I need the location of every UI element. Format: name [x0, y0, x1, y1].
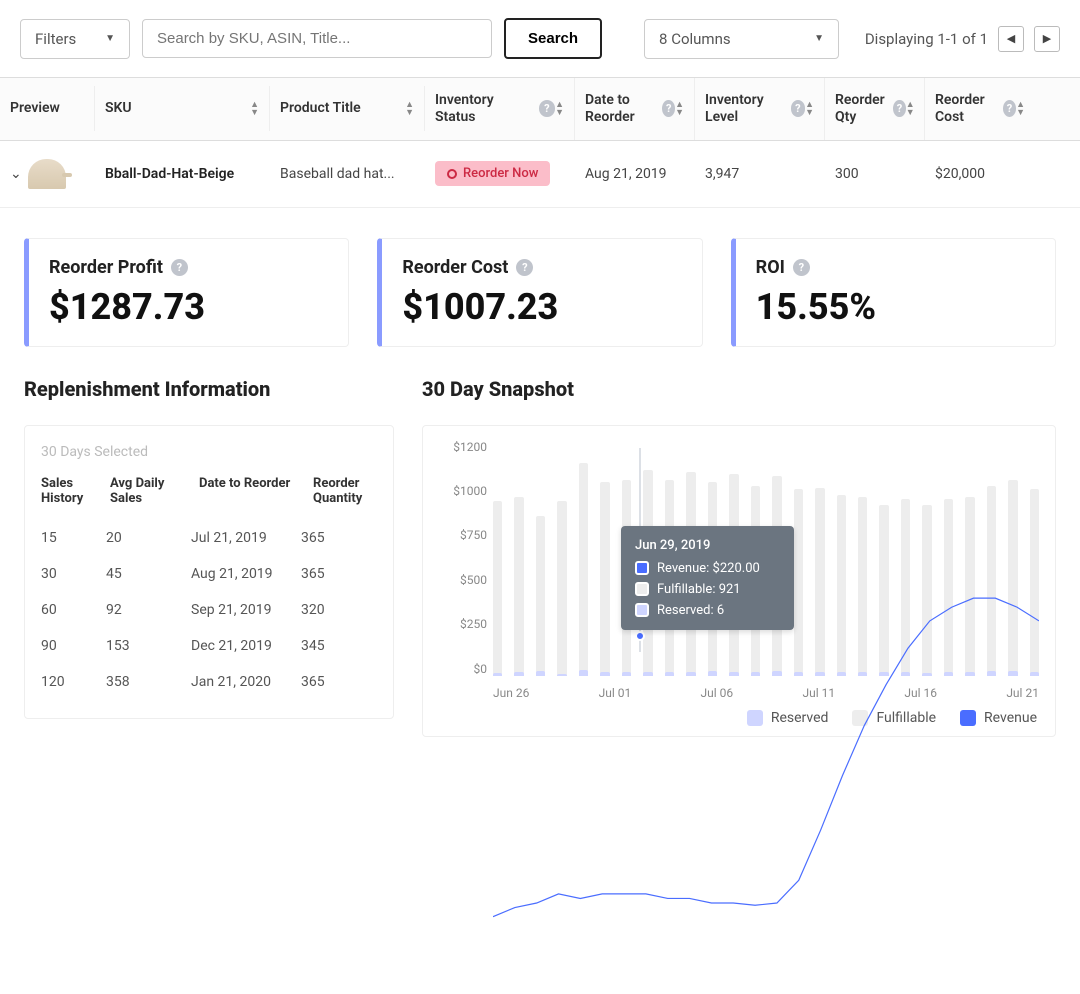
help-icon[interactable]: ? [893, 100, 905, 117]
sort-icon: ▲▼ [906, 101, 915, 117]
th-inventory-level[interactable]: Inventory Level?▲▼ [695, 78, 825, 140]
replenishment-panel: Replenishment Information 30 Days Select… [24, 377, 394, 737]
sort-icon: ▲▼ [1016, 101, 1025, 117]
metric-value: $1287.73 [49, 286, 328, 328]
pager-next-button[interactable]: ▶ [1034, 26, 1060, 52]
sort-icon: ▲▼ [805, 101, 814, 117]
cell-preview: ⌄ [0, 153, 95, 195]
days-selected-label: 30 Days Selected [41, 444, 377, 460]
columns-label: 8 Columns [659, 30, 731, 48]
replenishment-row: 3045Aug 21, 2019365 [41, 556, 377, 592]
help-icon[interactable]: ? [1003, 100, 1016, 117]
th-reorder-cost[interactable]: Reorder Cost?▲▼ [925, 78, 1035, 140]
help-icon[interactable]: ? [171, 259, 188, 276]
replenishment-header: Sales History Avg Daily Sales Date to Re… [41, 476, 377, 506]
reserved-swatch-icon [635, 603, 649, 617]
th-date-to-reorder[interactable]: Date to Reorder?▲▼ [575, 78, 695, 140]
metric-value: 15.55% [756, 286, 1035, 328]
help-icon[interactable]: ? [793, 259, 810, 276]
cell-sku: Bball-Dad-Hat-Beige [95, 160, 270, 188]
table-row[interactable]: ⌄ Bball-Dad-Hat-Beige Baseball dad hat..… [0, 141, 1080, 208]
table-header: Preview SKU▲▼ Product Title▲▼ Inventory … [0, 77, 1080, 141]
caret-down-icon: ▼ [105, 33, 115, 44]
sort-icon: ▲▼ [405, 101, 414, 117]
snapshot-chart: $1200$1000$750$500$250$0 Jun 29, 2019 Re… [422, 425, 1056, 737]
replenishment-row: 120358Jan 21, 2020365 [41, 664, 377, 700]
cell-reorder-qty: 300 [825, 160, 925, 188]
chart-tooltip: Jun 29, 2019 Revenue: $220.00 Fulfillabl… [621, 526, 794, 630]
sort-icon: ▲▼ [675, 101, 684, 117]
help-icon[interactable]: ? [539, 100, 555, 117]
search-button[interactable]: Search [504, 18, 602, 59]
cell-product-title: Baseball dad hat... [270, 160, 425, 188]
metric-value: $1007.23 [402, 286, 681, 328]
x-axis-labels: Jun 26Jul 01Jul 06Jul 11Jul 16Jul 21 [493, 686, 1039, 700]
replenishment-row: 1520Jul 21, 2019365 [41, 520, 377, 556]
replenishment-row: 90153Dec 21, 2019345 [41, 628, 377, 664]
status-dot-icon [447, 169, 457, 179]
search-input[interactable] [142, 19, 492, 58]
help-icon[interactable]: ? [791, 100, 806, 117]
expand-chevron-icon[interactable]: ⌄ [10, 166, 22, 182]
product-thumbnail[interactable] [28, 159, 66, 189]
th-product-title[interactable]: Product Title▲▼ [270, 86, 425, 131]
plot-area: Jun 29, 2019 Revenue: $220.00 Fulfillabl… [493, 448, 1039, 676]
th-sku[interactable]: SKU▲▼ [95, 86, 270, 131]
sort-icon: ▲▼ [555, 101, 564, 117]
revenue-swatch-icon [635, 561, 649, 575]
help-icon[interactable]: ? [516, 259, 533, 276]
metric-reorder-cost: Reorder Cost? $1007.23 [377, 238, 702, 347]
th-preview: Preview [0, 86, 95, 131]
snapshot-panel: 30 Day Snapshot $1200$1000$750$500$250$0… [422, 377, 1056, 737]
replenishment-row: 6092Sep 21, 2019320 [41, 592, 377, 628]
pager-prev-button[interactable]: ◀ [998, 26, 1024, 52]
sort-icon: ▲▼ [250, 101, 259, 117]
snapshot-title: 30 Day Snapshot [422, 377, 1056, 401]
pager: Displaying 1-1 of 1 ◀ ▶ [865, 26, 1060, 52]
th-inventory-status[interactable]: Inventory Status?▲▼ [425, 78, 575, 140]
metrics-row: Reorder Profit? $1287.73 Reorder Cost? $… [0, 208, 1080, 357]
bottom-row: Replenishment Information 30 Days Select… [0, 357, 1080, 757]
cell-date-to-reorder: Aug 21, 2019 [575, 160, 695, 188]
columns-dropdown[interactable]: 8 Columns ▼ [644, 19, 839, 59]
caret-down-icon: ▼ [814, 33, 824, 44]
replenishment-table: 30 Days Selected Sales History Avg Daily… [24, 425, 394, 719]
metric-reorder-profit: Reorder Profit? $1287.73 [24, 238, 349, 347]
replenishment-title: Replenishment Information [24, 377, 394, 401]
reorder-now-badge: Reorder Now [435, 161, 550, 186]
cell-inventory-status: Reorder Now [425, 155, 575, 192]
toolbar: Filters ▼ Search 8 Columns ▼ Displaying … [0, 0, 1080, 77]
hover-marker-dot [635, 631, 645, 641]
filters-label: Filters [35, 30, 76, 48]
cell-inventory-level: 3,947 [695, 160, 825, 188]
metric-roi: ROI? 15.55% [731, 238, 1056, 347]
th-reorder-qty[interactable]: Reorder Qty?▲▼ [825, 78, 925, 140]
pager-text: Displaying 1-1 of 1 [865, 30, 988, 48]
fulfillable-swatch-icon [635, 582, 649, 596]
cell-reorder-cost: $20,000 [925, 160, 1035, 188]
help-icon[interactable]: ? [662, 100, 675, 117]
filters-dropdown[interactable]: Filters ▼ [20, 19, 130, 59]
y-axis-labels: $1200$1000$750$500$250$0 [435, 440, 487, 676]
